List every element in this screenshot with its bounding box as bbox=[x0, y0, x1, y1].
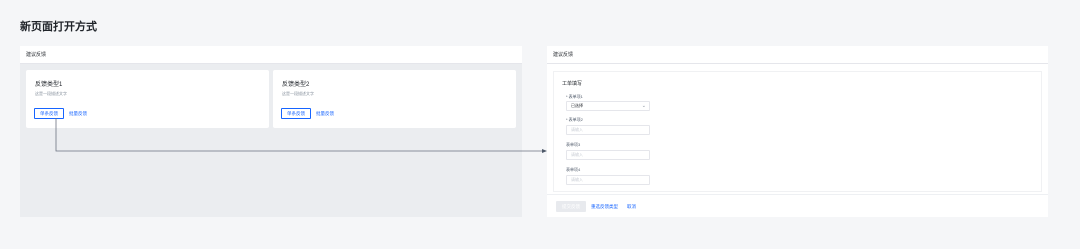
page-title: 新页面打开方式 bbox=[20, 21, 97, 33]
field-label-2: * 表单项2 bbox=[566, 117, 583, 122]
right-panel-header: 建议反馈 bbox=[547, 46, 1048, 64]
left-panel: 建议反馈 反馈类型1 这是一段描述文字 单条反馈 批量反馈 反馈类型2 这是一段… bbox=[20, 46, 522, 217]
chevron-down-icon: ⌄ bbox=[641, 103, 646, 109]
field-input-4[interactable]: 请输入 bbox=[566, 175, 650, 185]
form-title: 工单填写 bbox=[562, 81, 583, 87]
field-select-1[interactable]: 已选择 ⌄ bbox=[566, 101, 650, 111]
right-panel: 建议反馈 工单填写 * 表单项1 已选择 ⌄ * 表单项2 请输入 表单项3 请… bbox=[547, 46, 1048, 217]
batch-feedback-link[interactable]: 批量反馈 bbox=[316, 108, 334, 119]
field-label-3: 表单项3 bbox=[566, 142, 581, 147]
ticket-form: 工单填写 * 表单项1 已选择 ⌄ * 表单项2 请输入 表单项3 请输入 表单… bbox=[553, 71, 1042, 192]
reselect-type-link[interactable]: 重选反馈类型 bbox=[591, 201, 618, 212]
cancel-link[interactable]: 取消 bbox=[627, 201, 636, 212]
card-desc: 这是一段描述文字 bbox=[35, 91, 67, 96]
card-title: 反馈类型1 bbox=[35, 82, 63, 88]
left-panel-header: 建议反馈 bbox=[20, 46, 522, 64]
feedback-card-1: 反馈类型1 这是一段描述文字 单条反馈 批量反馈 bbox=[26, 70, 269, 128]
submit-button[interactable]: 提交反馈 bbox=[556, 201, 586, 212]
select-value: 已选择 bbox=[571, 103, 583, 108]
field-input-3[interactable]: 请输入 bbox=[566, 150, 650, 160]
field-input-2[interactable]: 请输入 bbox=[566, 125, 650, 135]
field-label-1: * 表单项1 bbox=[566, 94, 583, 99]
single-feedback-button[interactable]: 单条反馈 bbox=[281, 108, 311, 119]
card-title: 反馈类型2 bbox=[282, 82, 310, 88]
card-desc: 这是一段描述文字 bbox=[282, 91, 314, 96]
batch-feedback-link[interactable]: 批量反馈 bbox=[69, 108, 87, 119]
feedback-card-2: 反馈类型2 这是一段描述文字 单条反馈 批量反馈 bbox=[273, 70, 516, 128]
single-feedback-button[interactable]: 单条反馈 bbox=[34, 108, 64, 119]
form-footer: 提交反馈 重选反馈类型 取消 bbox=[547, 194, 1048, 217]
field-label-4: 表单项4 bbox=[566, 167, 581, 172]
